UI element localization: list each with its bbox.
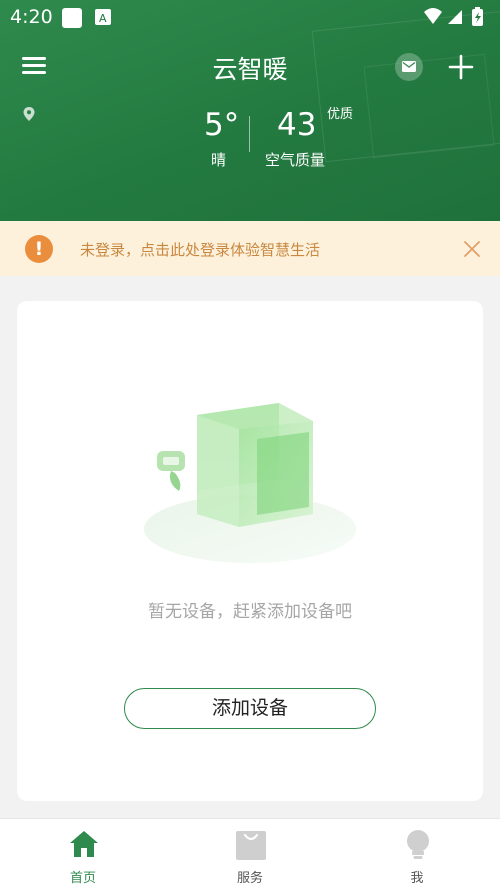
notification-icon — [62, 8, 82, 28]
weather-divider — [249, 116, 250, 152]
message-button[interactable] — [395, 53, 423, 81]
location-icon[interactable] — [23, 106, 35, 125]
warning-icon: ! — [25, 235, 53, 263]
signal-icon — [448, 10, 462, 24]
empty-box-illustration — [139, 399, 359, 569]
wifi-icon — [424, 8, 442, 24]
add-button[interactable] — [447, 53, 475, 81]
add-device-button[interactable]: 添加设备 — [124, 688, 376, 729]
login-prompt[interactable]: 未登录，点击此处登录体验智慧生活 — [80, 239, 320, 260]
status-time: 4:20 — [10, 6, 53, 28]
page-title: 云智暖 — [212, 55, 288, 84]
nav-label-home: 首页 — [69, 871, 96, 886]
status-icons — [422, 6, 492, 32]
air-quality-value: 43 — [277, 107, 317, 143]
battery-icon — [472, 7, 483, 26]
nav-label-service: 服务 — [236, 871, 263, 886]
nav-item-home[interactable]: 首页 — [0, 819, 166, 888]
nav-item-service[interactable]: 服务 — [167, 819, 333, 888]
nav-item-me[interactable]: 我 — [334, 819, 500, 888]
status-bar: 4:20 A — [0, 0, 500, 34]
header: 4:20 A 云智暖 5° 晴 43 优质 空气质量 — [0, 0, 500, 221]
svg-text:A: A — [99, 12, 107, 25]
empty-state-message: 暂无设备，赶紧添加设备吧 — [148, 602, 352, 622]
plus-icon — [448, 54, 474, 80]
notification-icon: A — [95, 9, 111, 25]
air-quality-label: 空气质量 — [265, 151, 326, 169]
home-screen: 4:20 A 云智暖 5° 晴 43 优质 空气质量 ! 未登录，点击此处登录体… — [0, 0, 500, 888]
nav-label-me: 我 — [410, 871, 424, 886]
weather-condition: 晴 — [211, 151, 227, 169]
home-icon — [70, 831, 98, 857]
mail-icon — [402, 61, 416, 72]
close-icon[interactable] — [462, 239, 482, 259]
bottom-nav: 首页 服务 我 — [0, 818, 500, 888]
temperature-value: 5° — [204, 107, 240, 143]
shopping-bag-icon — [236, 831, 266, 860]
air-quality-level: 优质 — [327, 107, 354, 122]
lightbulb-icon — [407, 830, 429, 859]
